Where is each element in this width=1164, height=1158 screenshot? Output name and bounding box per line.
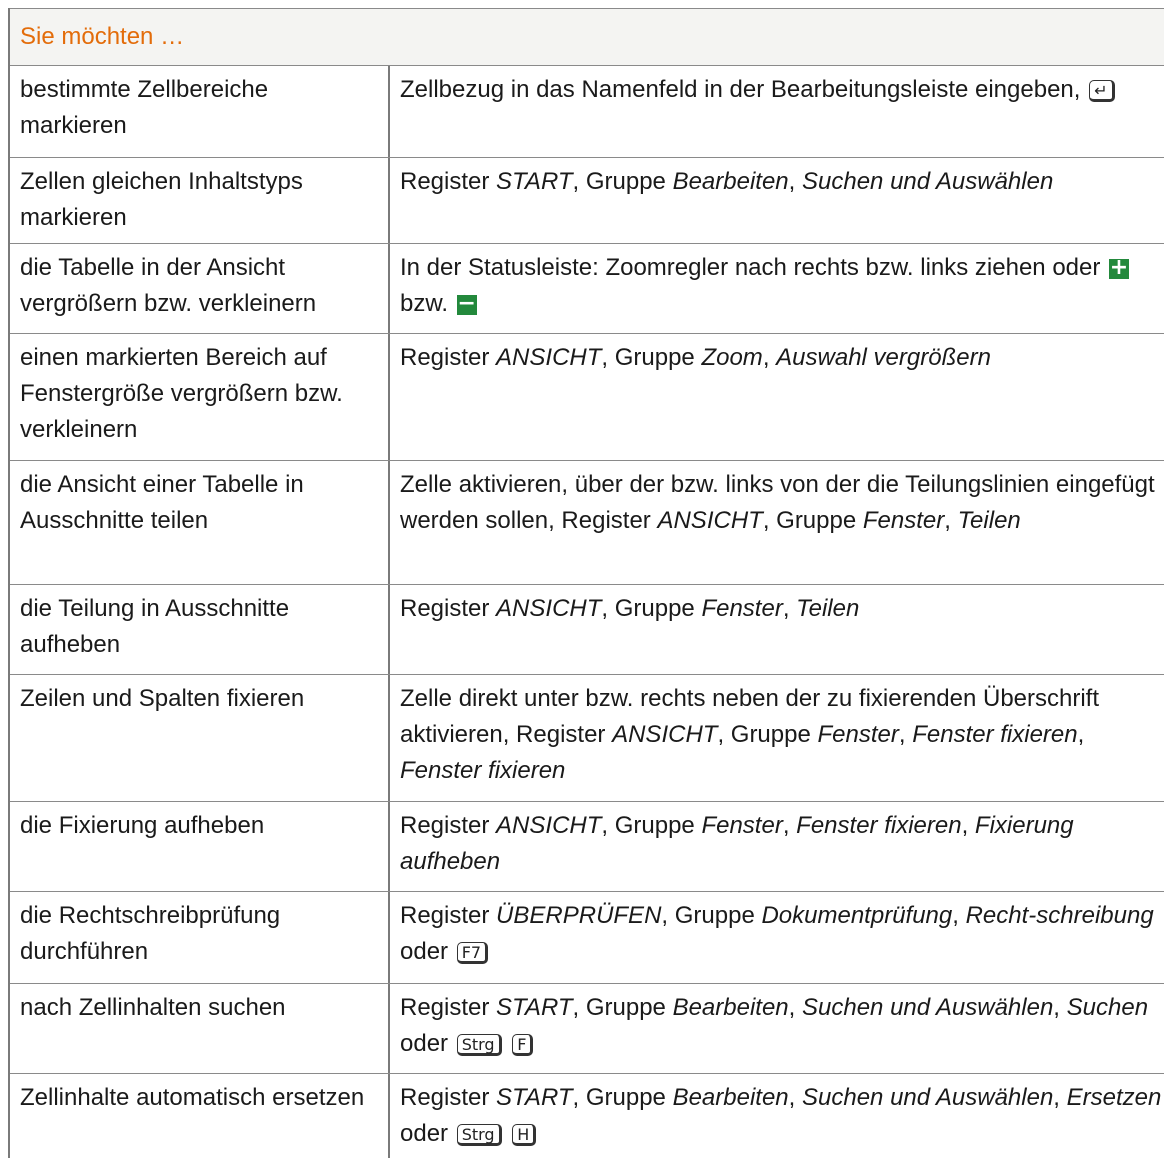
instruction-cell: In der Statusleiste: Zoomregler nach rec…	[400, 254, 1130, 317]
action-cell: die Teilung in Ausschnitte aufheben	[10, 585, 390, 674]
menu-path-term: Suchen und Auswählen	[802, 994, 1054, 1021]
menu-path-term: Dokumentprüfung	[761, 902, 953, 929]
menu-path-term: Suchen und Auswählen	[802, 168, 1054, 195]
action-cell: bestimmte Zellbereiche markieren	[10, 66, 390, 157]
action-cell: Zeilen und Spalten fixieren	[10, 675, 390, 801]
menu-path-term: Fenster	[701, 595, 783, 622]
instruction-cell: Zellbezug in das Namenfeld in der Bearbe…	[390, 66, 1164, 157]
action-cell: einen markierten Bereich auf Fenstergröß…	[10, 334, 390, 460]
menu-path-term: Ersetzen	[1066, 1084, 1162, 1111]
action-cell: die Rechtschreibprüfung durchführen	[10, 892, 390, 983]
menu-path-term: Recht-schreibung	[965, 902, 1154, 929]
menu-path-term: Fenster	[862, 507, 945, 534]
menu-path-term: Bearbeiten	[672, 994, 789, 1021]
instruction-cell: Register ANSICHT, Gruppe Fenster, Fenste…	[400, 812, 1074, 875]
menu-path-term: Fenster	[817, 721, 899, 748]
shortcut-table: Sie möchten … bestimmte Zellbereiche mar…	[8, 8, 1164, 1158]
zoom-out-icon: −	[456, 290, 477, 316]
table-row: die Teilung in Ausschnitte aufheben Regis…	[10, 585, 1164, 675]
menu-path-term: Teilen	[796, 595, 860, 622]
menu-path-term: Teilen	[957, 507, 1021, 534]
strg-key-icon: Strg	[456, 1123, 502, 1146]
table-row: Zeilen und Spalten fixieren Zelle direkt …	[10, 675, 1164, 802]
f-key-icon: F	[512, 1033, 534, 1056]
menu-path-term: Suchen	[1066, 994, 1149, 1021]
table-row: nach Zellinhalten suchen Register START, …	[10, 984, 1164, 1074]
action-cell: die Ansicht einer Tabelle in Ausschnitte…	[10, 461, 390, 584]
table-header-title: Sie möchten …	[20, 23, 185, 50]
table-row: die Fixierung aufheben Register ANSICHT, …	[10, 802, 1164, 892]
action-cell: Zellen gleichen Inhaltstyps markieren	[10, 158, 390, 243]
menu-path-term: Fenster	[701, 812, 783, 839]
instruction-cell: Register START, Gruppe Bearbeiten, Suche…	[400, 994, 1149, 1057]
action-cell: die Fixierung aufheben	[10, 802, 390, 891]
menu-path-term: START	[496, 168, 573, 195]
instruction-cell: Register ÜBERPRÜFEN, Gruppe Dokumentprüf…	[400, 902, 1154, 965]
table-row: Zellen gleichen Inhaltstyps markieren Reg…	[10, 158, 1164, 244]
action-cell: die Tabelle in der Ansicht vergrößern bz…	[10, 244, 390, 333]
menu-path-term: Suchen und Auswählen	[802, 1084, 1054, 1111]
table-row: die Ansicht einer Tabelle in Ausschnitte…	[10, 461, 1164, 585]
menu-path-term: Fenster fixieren	[912, 721, 1078, 748]
menu-path-term: Fenster fixieren	[796, 812, 962, 839]
table-row: bestimmte Zellbereiche markieren Zellbezu…	[10, 66, 1164, 158]
table-row: einen markierten Bereich auf Fenstergröß…	[10, 334, 1164, 461]
menu-path-term: ANSICHT	[496, 812, 602, 839]
instruction-cell: Register START, Gruppe Bearbeiten, Suche…	[400, 1084, 1162, 1147]
action-cell: Zellinhalte automatisch ersetzen	[10, 1074, 390, 1158]
table-row: die Tabelle in der Ansicht vergrößern bz…	[10, 244, 1164, 334]
menu-path-term: Bearbeiten	[672, 168, 789, 195]
menu-path-term: Bearbeiten	[672, 1084, 789, 1111]
table-header: Sie möchten …	[10, 8, 1164, 66]
strg-key-icon: Strg	[456, 1033, 502, 1056]
menu-path-term: ANSICHT	[496, 595, 602, 622]
table-body: bestimmte Zellbereiche markieren Zellbezu…	[10, 66, 1164, 1158]
menu-path-term: ANSICHT	[657, 507, 763, 534]
table-row: die Rechtschreibprüfung durchführen Regis…	[10, 892, 1164, 984]
instruction-cell: Register ANSICHT, Gruppe Fenster, Teilen	[400, 595, 860, 622]
menu-path-term: ÜBERPRÜFEN	[496, 902, 662, 929]
instruction-cell: Zelle aktivieren, über der bzw. links vo…	[400, 471, 1155, 534]
menu-path-term: START	[496, 994, 573, 1021]
instruction-cell: Zelle direkt unter bzw. rechts neben der…	[400, 685, 1100, 784]
action-cell: nach Zellinhalten suchen	[10, 984, 390, 1073]
h-key-icon: H	[512, 1123, 537, 1146]
instruction-cell: Register START, Gruppe Bearbeiten, Suche…	[400, 168, 1054, 195]
menu-path-term: Zoom	[701, 344, 763, 371]
menu-path-term: Fenster fixieren	[400, 757, 566, 784]
instruction-cell: Register ANSICHT, Gruppe Zoom, Auswahl v…	[400, 344, 991, 371]
menu-path-term: Auswahl vergrößern	[776, 344, 991, 371]
f7-key-icon: F7	[456, 941, 489, 964]
zoom-in-icon: +	[1109, 254, 1130, 280]
table-row: Zellinhalte automatisch ersetzen Register…	[10, 1074, 1164, 1158]
menu-path-term: ANSICHT	[496, 344, 602, 371]
menu-path-term: START	[496, 1084, 573, 1111]
menu-path-term: ANSICHT	[612, 721, 718, 748]
enter-key-icon: ↵	[1089, 79, 1115, 102]
